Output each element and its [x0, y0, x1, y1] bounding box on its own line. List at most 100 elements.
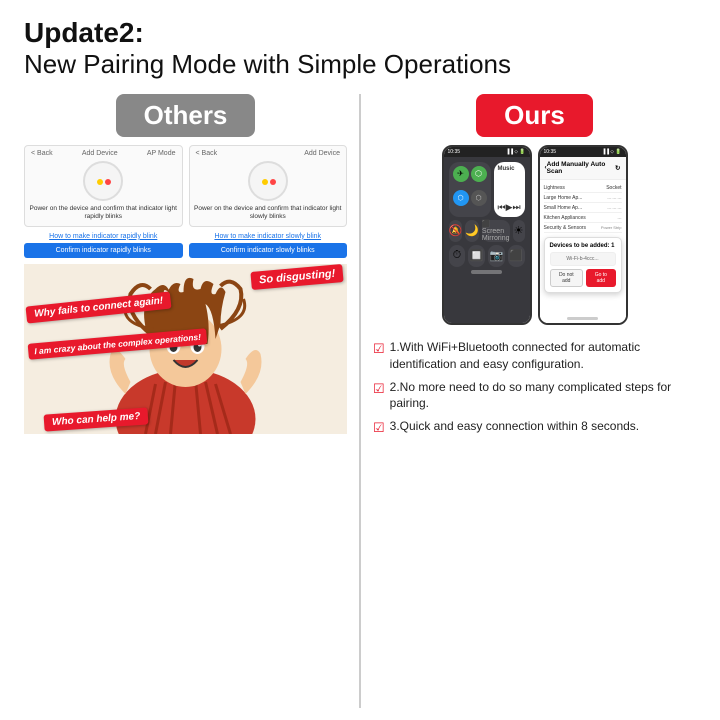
moon-toggle[interactable]: 🌙	[465, 220, 479, 242]
phone-screen-1: 10:35 ▐▐ ⬦ 🔋 ✈ ⬡ ⬡	[444, 147, 530, 323]
brightness-toggle[interactable]: ☀	[513, 220, 525, 242]
right-column: Ours 10:35 ▐▐ ⬦ 🔋	[365, 94, 696, 708]
device-circle-2	[248, 161, 288, 201]
next-btn[interactable]: ⏭	[513, 202, 521, 213]
do-not-add-button[interactable]: Do not add	[550, 269, 584, 287]
setting-row-lightness: Lightness Socket	[544, 184, 622, 193]
phone-mockups: 10:35 ▐▐ ⬦ 🔋 ✈ ⬡ ⬡	[373, 145, 696, 325]
add-manually-tab[interactable]: Add Manually Auto Scan	[547, 161, 615, 175]
benefits-list: ☑ 1.With WiFi+Bluetooth connected for au…	[373, 339, 696, 443]
device-caption-1: Power on the device and confirm that ind…	[29, 205, 178, 222]
confirm-btn-1[interactable]: Confirm indicator rapidly blinks	[24, 243, 183, 258]
cc-row-3: ⏱ 🔲 📷 ⬛	[449, 245, 525, 267]
cc-row-2: 🔕 🌙 ⬛ Screen Mirroring ☀	[449, 220, 525, 242]
connectivity-widget[interactable]: ✈ ⬡ ⬡ ⬡	[449, 162, 491, 217]
setting-row-small: Small Home Ap... --- --- ---	[544, 204, 622, 213]
speech-text-4: Who can help me?	[44, 407, 149, 431]
benefit-item-2: ☑ 2.No more need to do so many complicat…	[373, 379, 696, 413]
qr-toggle[interactable]: ⬛	[508, 245, 525, 267]
dialog-device-name: Wi-Fi-b-4ccc...	[550, 252, 616, 266]
others-badge: Others	[116, 94, 256, 137]
add-device-label-2: Add Device	[304, 150, 340, 157]
content-row: Others < Back Add Device AP Mode Power o…	[24, 94, 696, 708]
link-item-2: How to make indicator slowly blink Confi…	[189, 233, 348, 258]
dialog-box: Devices to be added: 1 Wi-Fi-b-4ccc... D…	[544, 237, 622, 293]
setting-label-4: Kitchen Appliances	[544, 215, 586, 221]
links-area: How to make indicator rapidly blink Conf…	[24, 233, 347, 258]
play-btn[interactable]: ▶	[506, 202, 513, 213]
indicator-dot-1	[97, 179, 103, 185]
ours-badge: Ours	[476, 94, 593, 137]
title-line2: New Pairing Mode with Simple Operations	[24, 49, 696, 80]
benefit-item-3: ☑ 3.Quick and easy connection within 8 s…	[373, 418, 696, 437]
title-section: Update2: New Pairing Mode with Simple Op…	[24, 18, 696, 80]
indicator-dot-2	[105, 179, 111, 185]
phone-screen-2: 10:35 ▐▐ ⬦ 🔋 ‹ Add Manually Auto Scan ↻	[540, 147, 626, 323]
setting-label-1: Lightness	[544, 185, 565, 191]
confirm-btn-2[interactable]: Confirm indicator slowly blinks	[189, 243, 348, 258]
person-illustration: So disgusting! Why fails to connect agai…	[24, 264, 347, 434]
column-divider	[359, 94, 361, 708]
benefit-text-3: 3.Quick and easy connection within 8 sec…	[390, 418, 639, 435]
setting-label-3: Small Home Ap...	[544, 205, 583, 211]
device-card-1: < Back Add Device AP Mode Power on the d…	[24, 145, 183, 227]
prev-btn[interactable]: ⏮	[498, 202, 506, 213]
check-icon-2: ☑	[373, 380, 385, 398]
bluetooth-toggle[interactable]: ⬡	[453, 190, 469, 206]
phone-mockup-2: 10:35 ▐▐ ⬦ 🔋 ‹ Add Manually Auto Scan ↻	[538, 145, 628, 325]
setting-row-kitchen: Kitchen Appliances ---	[544, 214, 622, 223]
device-circle-1	[83, 161, 123, 201]
calculator-toggle[interactable]: 🔲	[468, 245, 485, 267]
status-time: 10:35	[448, 149, 461, 155]
setting-options-2: --- --- ---	[607, 205, 621, 211]
dnd-toggle[interactable]: 🔕	[449, 220, 463, 242]
speech-bubble-1: So disgusting!	[251, 268, 343, 286]
status-icons: ▐▐ ⬦ 🔋	[506, 149, 526, 155]
status-icons-2: ▐▐ ⬦ 🔋	[602, 149, 622, 155]
device-card-2: < Back Add Device Power on the device an…	[189, 145, 348, 227]
link-2[interactable]: How to make indicator slowly blink	[189, 233, 348, 240]
device-caption-2: Power on the device and confirm that ind…	[194, 205, 343, 222]
setting-options: --- --- ---	[607, 195, 621, 201]
screen-mirror-toggle[interactable]: ⬛ Screen Mirroring	[482, 220, 510, 242]
phone-mockup-1: 10:35 ▐▐ ⬦ 🔋 ✈ ⬡ ⬡	[442, 145, 532, 325]
indicator-dot-3	[262, 179, 268, 185]
control-center: ✈ ⬡ ⬡ ⬡ Music ⏮ ▶	[444, 157, 530, 323]
refresh-icon[interactable]: ↻	[615, 164, 620, 172]
setting-row-large: Large Home Ap... --- --- ---	[544, 194, 622, 203]
back-label-1: < Back	[31, 150, 53, 157]
status-bar-2: 10:35 ▐▐ ⬦ 🔋	[540, 147, 626, 157]
music-widget[interactable]: Music ⏮ ▶ ⏭	[494, 162, 525, 217]
speech-bubble-2: Why fails to connect again!	[26, 299, 171, 316]
go-to-add-button[interactable]: Go to add	[586, 269, 615, 287]
camera-toggle[interactable]: 📷	[488, 245, 505, 267]
wifi-icon[interactable]: ⬡	[471, 166, 487, 182]
main-container: Update2: New Pairing Mode with Simple Op…	[0, 0, 720, 720]
device-card-2-header: < Back Add Device	[194, 150, 343, 157]
check-icon-1: ☑	[373, 340, 385, 358]
cc-row-1: ✈ ⬡ ⬡ ⬡ Music ⏮ ▶	[449, 162, 525, 217]
timer-toggle[interactable]: ⏱	[449, 245, 466, 267]
check-icon-3: ☑	[373, 419, 385, 437]
ap-mode-label: AP Mode	[147, 150, 176, 157]
link-1[interactable]: How to make indicator rapidly blink	[24, 233, 183, 240]
dialog-buttons: Do not add Go to add	[550, 269, 616, 287]
home-bar-2	[567, 317, 597, 320]
add-device-label-1: Add Device	[82, 150, 118, 157]
add-device-screen: ‹ Add Manually Auto Scan ↻ Lightness Soc…	[540, 157, 626, 323]
benefit-text-1: 1.With WiFi+Bluetooth connected for auto…	[390, 339, 696, 373]
dialog-title: Devices to be added: 1	[550, 243, 616, 249]
add-device-nav: ‹ Add Manually Auto Scan ↻	[540, 157, 626, 180]
left-column: Others < Back Add Device AP Mode Power o…	[24, 94, 355, 708]
setting-label-2: Large Home Ap...	[544, 195, 583, 201]
setting-options-4: Power Strip	[601, 225, 622, 231]
airdrop-toggle[interactable]: ⬡	[471, 190, 487, 206]
back-label-2: < Back	[196, 150, 218, 157]
speech-bubble-4: Who can help me?	[44, 411, 148, 428]
wifi-toggle[interactable]: ✈	[453, 166, 469, 182]
device-card-1-header: < Back Add Device AP Mode	[29, 150, 178, 157]
setting-label-5: Security & Sensors	[544, 225, 587, 231]
benefit-text-2: 2.No more need to do so many complicated…	[390, 379, 696, 413]
title-line1: Update2:	[24, 18, 696, 49]
music-controls[interactable]: ⏮ ▶ ⏭	[498, 202, 521, 213]
